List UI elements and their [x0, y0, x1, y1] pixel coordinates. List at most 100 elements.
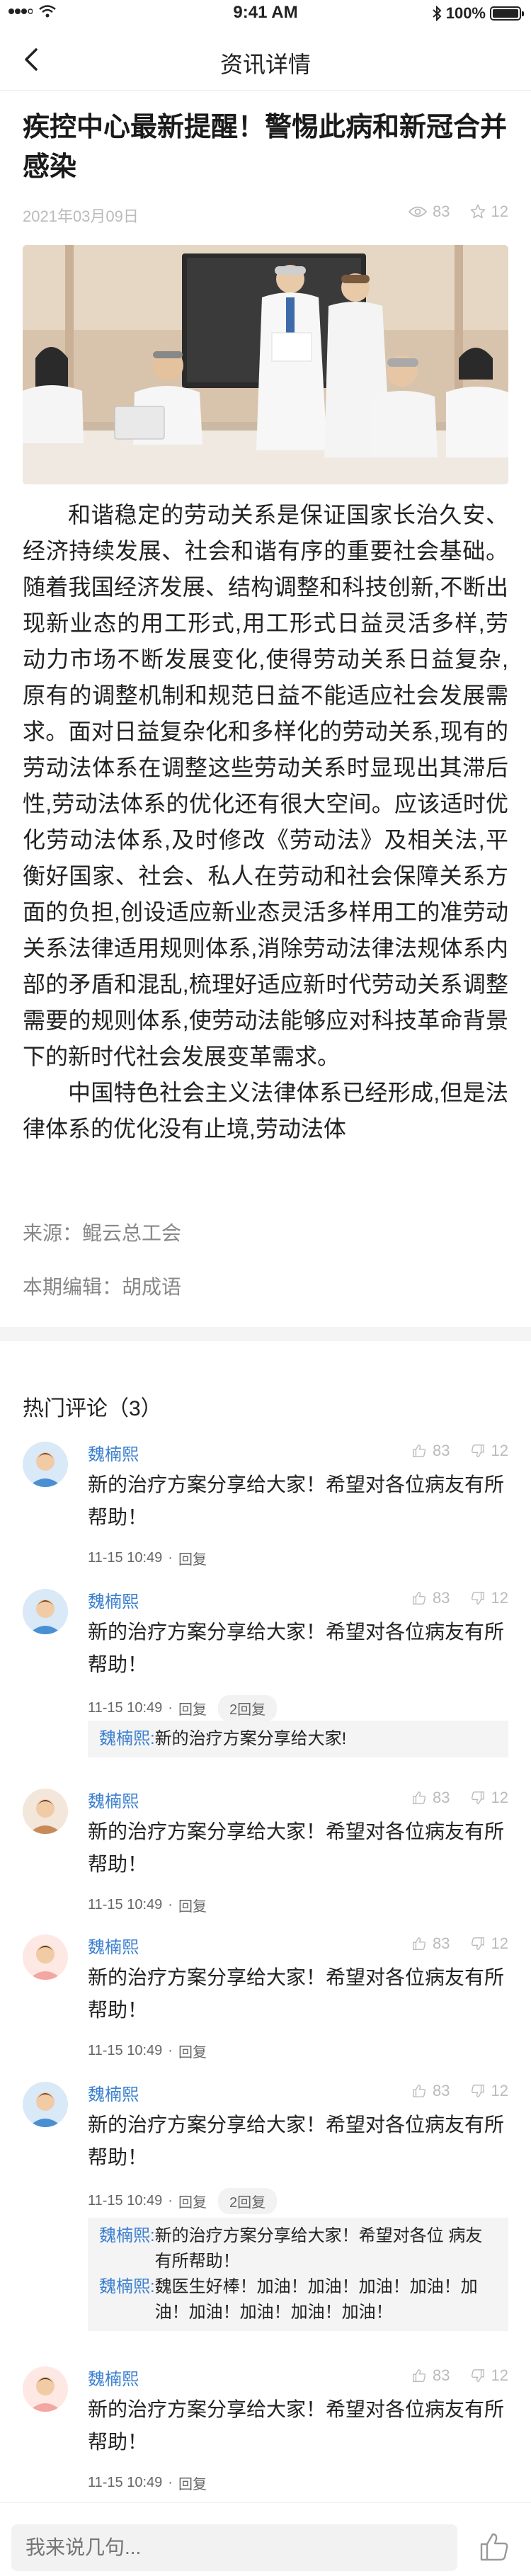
comment-author[interactable]: 魏楠熙: [88, 1588, 139, 1612]
thumbs-down-icon: [471, 2369, 484, 2382]
reply-count-badge[interactable]: 2回复: [217, 2188, 278, 2214]
article-paragraph-1: 和谐稳定的劳动关系是保证国家长治久安、经济持续发展、社会和谐有序的重要社会基础。…: [23, 502, 508, 1069]
comment-dislike-button[interactable]: 12: [470, 1789, 508, 1807]
eye-icon: [409, 206, 428, 217]
comment-like-button[interactable]: 83: [411, 1934, 450, 1953]
reply-author[interactable]: 魏楠熙:: [99, 2274, 155, 2325]
star-button[interactable]: 12: [470, 203, 508, 221]
article-title: 疾控中心最新提醒！警惕此病和新冠合并感染: [23, 113, 508, 182]
comment-dislike-button[interactable]: 12: [470, 1589, 508, 1607]
comment-time: 11-15 10:49: [88, 1897, 163, 1913]
comment-dislike-button[interactable]: 12: [470, 1934, 508, 1953]
thumbs-down-icon: [471, 1592, 484, 1605]
comment-dislike-count: 12: [491, 1934, 508, 1952]
article-hero-image: [23, 245, 508, 484]
avatar[interactable]: [23, 1934, 68, 1980]
comment-meta: 11-15 10:49 · 回复: [88, 1548, 207, 1568]
comment-dislike-button[interactable]: 12: [470, 1442, 508, 1460]
comment-author[interactable]: 魏楠熙: [88, 1933, 139, 1958]
thumbs-up-icon: [480, 2533, 508, 2561]
thumbs-up-icon: [413, 2085, 426, 2097]
comment-time: 11-15 10:49: [88, 1700, 163, 1716]
reply-list: 魏楠熙: 新的治疗方案分享给大家!: [88, 1721, 508, 1757]
comment-like-button[interactable]: 83: [411, 2082, 450, 2100]
view-count-value: 83: [433, 203, 450, 220]
avatar-icon: [23, 2082, 68, 2127]
comment-reply-button[interactable]: 回复: [178, 2473, 207, 2493]
reply-item: 魏楠熙: 新的治疗方案分享给大家！希望对各位 病友有所帮助！: [99, 2223, 497, 2274]
comment-text: 新的治疗方案分享给大家！希望对各位病友有所帮助！: [88, 2398, 505, 2453]
status-bar: 9:41 AM 100%: [0, 0, 531, 28]
comment-author[interactable]: 魏楠熙: [88, 1440, 139, 1465]
avatar[interactable]: [23, 1442, 68, 1487]
comment-time: 11-15 10:49: [88, 2475, 163, 2490]
comment-like-button[interactable]: 83: [411, 1442, 450, 1460]
comment-time: 11-15 10:49: [88, 2043, 163, 2058]
comment-text: 新的治疗方案分享给大家！希望对各位病友有所帮助！: [88, 1966, 505, 2021]
avatar[interactable]: [23, 2082, 68, 2127]
like-button[interactable]: [477, 2530, 511, 2564]
comment-reply-button[interactable]: 回复: [178, 1548, 207, 1568]
nav-bar: 资讯详情: [0, 28, 531, 91]
thumbs-up-icon: [413, 1592, 426, 1605]
comment-reply-button[interactable]: 回复: [178, 2191, 207, 2211]
comment-dislike-count: 12: [491, 1789, 508, 1806]
view-count: 83: [409, 203, 450, 221]
avatar-icon: [23, 2366, 68, 2412]
comment-actions: 83 12: [411, 2082, 508, 2100]
avatar-icon: [23, 1789, 68, 1834]
reply-count-badge[interactable]: 2回复: [217, 1695, 278, 1721]
article-editor: 本期编辑：胡成语: [23, 1276, 182, 1298]
thumbs-up-icon: [413, 1937, 426, 1950]
comment-author[interactable]: 魏楠熙: [88, 2365, 139, 2390]
bluetooth-icon: [433, 6, 442, 21]
meta-separator: ·: [168, 2193, 173, 2209]
meta-separator: ·: [168, 1897, 173, 1913]
comment-dislike-count: 12: [491, 2366, 508, 2384]
reply-author[interactable]: 魏楠熙:: [99, 2223, 155, 2274]
comment-like-button[interactable]: 83: [411, 2366, 450, 2385]
avatar[interactable]: [23, 1589, 68, 1634]
avatar[interactable]: [23, 1789, 68, 1834]
comment-dislike-button[interactable]: 12: [470, 2082, 508, 2100]
comment-like-count: 83: [433, 1934, 450, 1952]
thumbs-up-icon: [413, 1444, 426, 1457]
thumbs-down-icon: [471, 1937, 484, 1950]
avatar-icon: [23, 1442, 68, 1487]
comment-like-count: 83: [433, 2366, 450, 2384]
comment-actions: 83 12: [411, 1934, 508, 1953]
comment-author[interactable]: 魏楠熙: [88, 1787, 139, 1812]
comment-text: 新的治疗方案分享给大家！希望对各位病友有所帮助！: [88, 2114, 505, 2168]
comment-time: 11-15 10:49: [88, 1550, 163, 1566]
comment-like-count: 83: [433, 1789, 450, 1806]
comment-actions: 83 12: [411, 2366, 508, 2385]
comment-like-count: 83: [433, 2082, 450, 2099]
comment-meta: 11-15 10:49 · 回复 2回复: [88, 2188, 278, 2214]
thumbs-down-icon: [471, 1444, 484, 1457]
meta-separator: ·: [168, 2043, 173, 2058]
thumbs-down-icon: [471, 2085, 484, 2097]
battery-percent: 100%: [445, 4, 486, 22]
avatar[interactable]: [23, 2366, 68, 2412]
comment-actions: 83 12: [411, 1789, 508, 1807]
comment-author[interactable]: 魏楠熙: [88, 2080, 139, 2105]
comment-reply-button[interactable]: 回复: [178, 1698, 207, 1719]
thumbs-up-icon: [413, 2369, 426, 2382]
page-title: 资讯详情: [219, 52, 311, 77]
article-meta: 2021年03月09日 83 12: [23, 201, 508, 225]
comment-dislike-button[interactable]: 12: [470, 2366, 508, 2385]
comment-reply-button[interactable]: 回复: [178, 1895, 207, 1915]
comments-header: 热门评论（3）: [23, 1397, 162, 1420]
comment-like-button[interactable]: 83: [411, 1789, 450, 1807]
comment-input[interactable]: [11, 2524, 457, 2571]
comment-reply-button[interactable]: 回复: [178, 2041, 207, 2061]
meta-separator: ·: [168, 2475, 173, 2490]
reply-item: 魏楠熙: 魏医生好棒！加油！加油！加油！加油！加油！加油！加油！加油！加油！: [99, 2274, 497, 2325]
comment-like-button[interactable]: 83: [411, 1589, 450, 1607]
article-date: 2021年03月09日: [23, 207, 139, 225]
comment-text: 新的治疗方案分享给大家！希望对各位病友有所帮助！: [88, 1820, 505, 1875]
comment-dislike-count: 12: [491, 1589, 508, 1607]
meta-separator: ·: [168, 1700, 173, 1716]
thumbs-down-icon: [471, 1791, 484, 1804]
reply-author[interactable]: 魏楠熙:: [99, 1726, 155, 1752]
